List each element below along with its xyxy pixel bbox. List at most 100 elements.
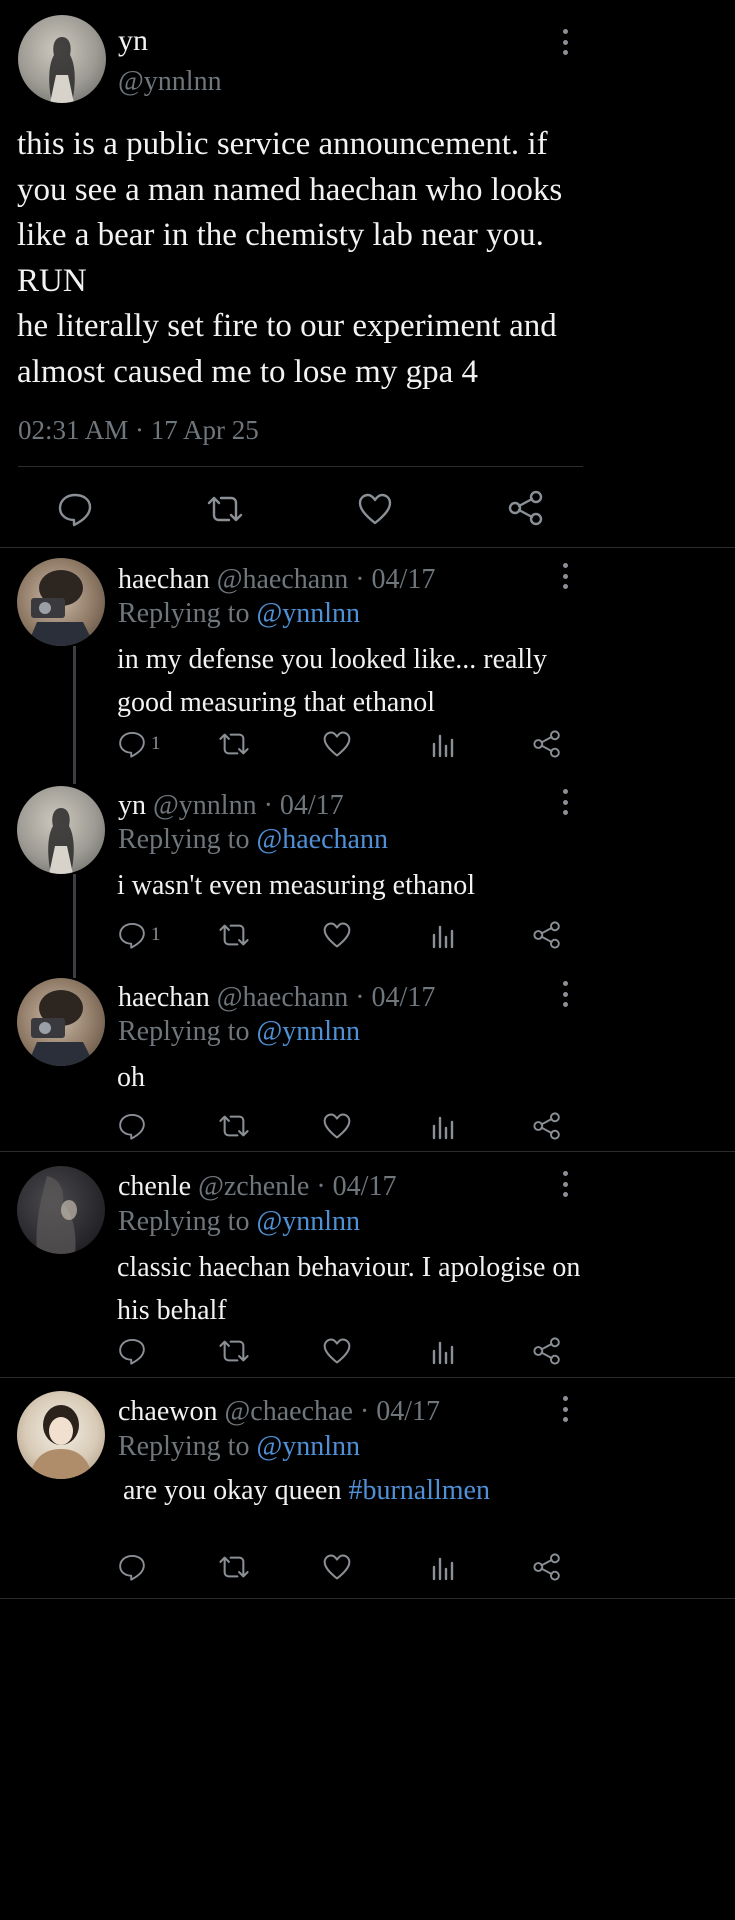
share-button[interactable] [507, 489, 545, 532]
retweet-button[interactable] [217, 1334, 251, 1368]
reply-more-button[interactable] [561, 1396, 569, 1422]
retweet-icon [219, 1340, 249, 1362]
reply-date: · 04/17 [355, 982, 436, 1013]
analytics-button[interactable] [430, 918, 456, 952]
analytics-icon [432, 1557, 454, 1581]
like-icon [323, 922, 351, 948]
analytics-button[interactable] [430, 1109, 456, 1143]
like-button[interactable] [322, 1334, 352, 1368]
replying-to-handle[interactable]: @ynnlnn [256, 1206, 360, 1237]
divider [0, 1151, 735, 1152]
like-button[interactable] [322, 1550, 352, 1584]
like-button[interactable] [357, 492, 393, 531]
post-body: this is a public service announcement. i… [17, 122, 562, 395]
avatar-haechan[interactable] [17, 978, 105, 1066]
retweet-icon [219, 1556, 249, 1578]
reply-button[interactable]: 1 [117, 727, 161, 761]
post-author-name[interactable]: yn [118, 24, 148, 58]
replying-to-handle[interactable]: @haechann [256, 824, 388, 855]
reply-button[interactable] [56, 490, 94, 533]
post-timestamp: 02:31 AM · 17 Apr 25 [18, 415, 259, 445]
reply-icon [119, 1555, 145, 1581]
avatar-yn[interactable] [17, 786, 105, 874]
reply-button[interactable]: 1 [117, 918, 161, 952]
like-button[interactable] [322, 727, 352, 761]
retweet-button[interactable] [217, 918, 251, 952]
replying-to: Replying to @ynnlnn [118, 598, 360, 630]
reply-author-handle[interactable]: @haechann [217, 564, 349, 595]
like-icon [323, 1338, 351, 1364]
reply-body: classic haechan behaviour. I apologise o… [117, 1246, 580, 1332]
replying-to-handle[interactable]: @ynnlnn [256, 598, 360, 629]
more-vert-icon [562, 1396, 568, 1401]
reply-header: haechan @haechann · 04/17 [118, 982, 435, 1014]
reply-author-name[interactable]: yn [118, 790, 146, 821]
thread-connector [73, 874, 76, 978]
reply-date: · 04/17 [355, 564, 436, 595]
more-vert-icon [562, 29, 568, 34]
hashtag-link[interactable]: #burnallmen [348, 1475, 490, 1506]
reply-count: 1 [151, 924, 161, 945]
reply-action-bar [117, 1334, 677, 1368]
analytics-button[interactable] [430, 1334, 456, 1368]
avatar-chenle[interactable] [17, 1166, 105, 1254]
reply-author-handle[interactable]: @ynnlnn [153, 790, 257, 821]
share-button[interactable] [532, 918, 562, 952]
share-button[interactable] [532, 1550, 562, 1584]
reply-button[interactable] [117, 1334, 147, 1368]
analytics-button[interactable] [430, 727, 456, 761]
share-button[interactable] [532, 1334, 562, 1368]
retweet-button[interactable] [217, 727, 251, 761]
reply-author-name[interactable]: chaewon [118, 1396, 218, 1427]
replying-to-handle[interactable]: @ynnlnn [256, 1016, 360, 1047]
share-icon [533, 1112, 560, 1140]
reply-body: in my defense you looked like... really … [117, 638, 547, 724]
retweet-button[interactable] [205, 493, 245, 530]
retweet-icon [219, 1115, 249, 1137]
replying-to: Replying to @haechann [118, 824, 388, 856]
reply-author-handle[interactable]: @chaechae [225, 1396, 353, 1427]
analytics-button[interactable] [430, 1550, 456, 1584]
avatar-haechan-image [27, 990, 95, 1066]
thread-connector [73, 646, 76, 784]
reply-icon [119, 1114, 145, 1140]
like-button[interactable] [322, 918, 352, 952]
reply-author-name[interactable]: haechan [118, 564, 210, 595]
retweet-button[interactable] [217, 1550, 251, 1584]
reply-button[interactable] [117, 1109, 147, 1143]
more-vert-icon [562, 981, 568, 986]
replying-to-label: Replying to [118, 1431, 250, 1462]
reply-author-name[interactable]: chenle [118, 1171, 191, 1202]
reply-author-name[interactable]: haechan [118, 982, 210, 1013]
reply-date: · 04/17 [263, 790, 344, 821]
post-more-button[interactable] [561, 29, 569, 55]
reply-author-handle[interactable]: @zchenle [198, 1171, 309, 1202]
reply-body: i wasn't even measuring ethanol [117, 864, 475, 907]
reply-more-button[interactable] [561, 981, 569, 1007]
like-icon [323, 1554, 351, 1580]
reply-author-handle[interactable]: @haechann [217, 982, 349, 1013]
like-icon [323, 731, 351, 757]
share-icon [533, 1553, 560, 1581]
avatar-yn[interactable] [18, 15, 106, 103]
retweet-button[interactable] [217, 1109, 251, 1143]
reply-action-bar [117, 1109, 677, 1143]
like-button[interactable] [322, 1109, 352, 1143]
reply-more-button[interactable] [561, 563, 569, 589]
reply-header: haechan @haechann · 04/17 [118, 564, 435, 596]
post-author-handle[interactable]: @ynnlnn [118, 66, 222, 98]
reply-action-bar [117, 1550, 677, 1584]
reply-button[interactable] [117, 1550, 147, 1584]
reply-body-line: classic haechan behaviour. I apologise o… [117, 1252, 581, 1283]
share-button[interactable] [532, 727, 562, 761]
like-icon [323, 1113, 351, 1139]
avatar-haechan[interactable] [17, 558, 105, 646]
share-button[interactable] [532, 1109, 562, 1143]
replying-to-label: Replying to [118, 598, 250, 629]
reply-more-button[interactable] [561, 789, 569, 815]
avatar-chaewon[interactable] [17, 1391, 105, 1479]
replying-to-handle[interactable]: @ynnlnn [256, 1431, 360, 1462]
replying-to-label: Replying to [118, 824, 250, 855]
reply-more-button[interactable] [561, 1171, 569, 1197]
replying-to: Replying to @ynnlnn [118, 1016, 360, 1048]
